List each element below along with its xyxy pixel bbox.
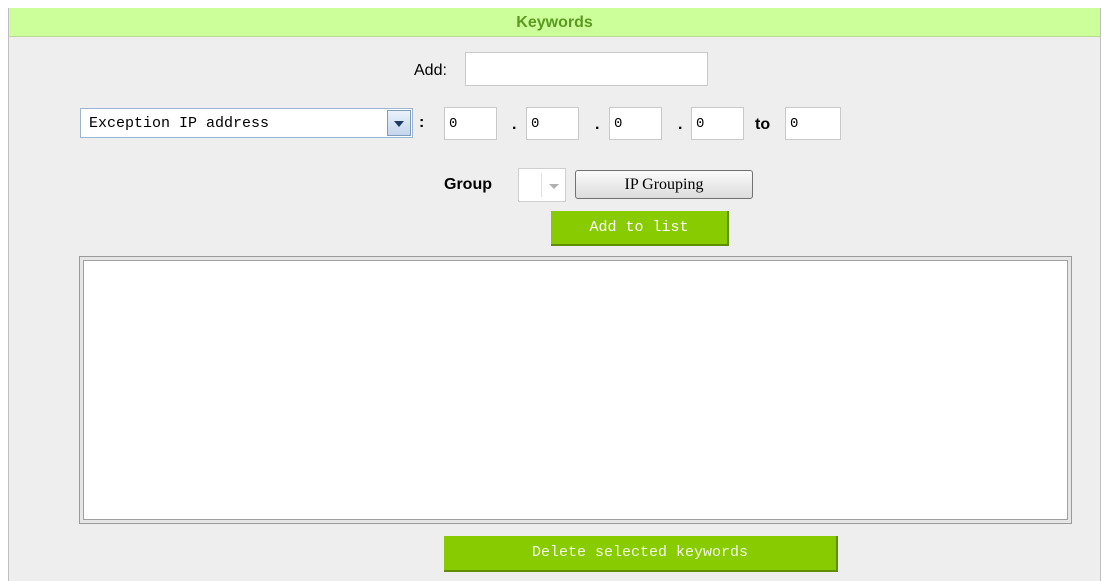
select-separator [541,173,542,197]
to-label: to [755,116,771,133]
dropdown-button[interactable] [387,110,411,136]
ip-colon: : [419,114,425,131]
keyword-list[interactable] [79,256,1072,524]
delete-selected-keywords-button[interactable]: Delete selected keywords [444,536,838,572]
ip-range-end-input[interactable] [785,107,841,140]
keyword-list-area[interactable] [83,260,1068,520]
ip-octet-3-input[interactable] [609,107,662,140]
keywords-panel: Keywords Add: Exception IP address : . .… [8,8,1101,581]
ip-dot-2: . [595,116,600,133]
ip-grouping-button[interactable]: IP Grouping [575,170,753,199]
add-keyword-input[interactable] [465,52,708,86]
panel-title: Keywords [9,8,1100,37]
ip-octet-2-input[interactable] [526,107,579,140]
group-select[interactable] [518,168,566,202]
chevron-down-icon [394,121,404,127]
ip-type-selected-value: Exception IP address [89,115,270,132]
add-label: Add: [414,62,447,79]
group-label: Group [444,176,492,193]
add-to-list-button[interactable]: Add to list [551,211,729,246]
ip-dot-3: . [678,116,683,133]
ip-octet-4-input[interactable] [691,107,744,140]
ip-dot-1: . [512,116,517,133]
ip-octet-1-input[interactable] [444,107,497,140]
ip-type-select[interactable]: Exception IP address [80,108,413,138]
chevron-down-icon [549,184,559,189]
